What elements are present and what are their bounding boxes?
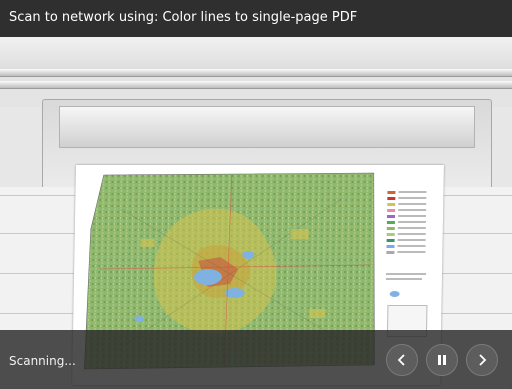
- status-bar: Scanning...: [0, 330, 512, 389]
- legend-text: [397, 251, 426, 253]
- scan-screen: Scan to network using: Color lines to si…: [0, 0, 512, 389]
- pause-button[interactable]: [426, 344, 458, 376]
- scanner-rail: [0, 81, 512, 89]
- legend-text: [398, 197, 427, 199]
- legend-text: [386, 273, 427, 275]
- legend-swatch: [386, 215, 396, 218]
- chevron-right-icon: [477, 354, 487, 366]
- legend-swatch: [387, 191, 396, 194]
- legend-text: [397, 239, 426, 241]
- legend-swatch: [389, 291, 400, 297]
- scanner-top-panel: [0, 37, 512, 69]
- legend-text: [398, 209, 427, 211]
- legend-text: [397, 227, 426, 229]
- legend-swatch: [387, 203, 396, 206]
- legend-text: [397, 221, 426, 223]
- legend-swatch: [387, 197, 396, 200]
- scanner-feed-lid: [59, 106, 475, 148]
- legend-text: [397, 245, 426, 247]
- pause-icon: [437, 354, 447, 366]
- title-bar: Scan to network using: Color lines to si…: [0, 0, 512, 37]
- page-title: Scan to network using: Color lines to si…: [9, 10, 358, 25]
- legend-swatch: [386, 227, 395, 230]
- legend-text: [398, 215, 427, 217]
- legend-text: [398, 203, 427, 205]
- next-button[interactable]: [466, 344, 498, 376]
- legend-swatch: [386, 245, 395, 248]
- legend-swatch: [386, 251, 395, 254]
- status-text: Scanning...: [9, 354, 76, 368]
- legend-text: [398, 191, 427, 193]
- scanner-rail: [0, 69, 512, 77]
- legend-swatch: [386, 221, 395, 224]
- legend-swatch: [386, 239, 395, 242]
- legend-swatch: [387, 209, 396, 212]
- legend-text: [385, 278, 422, 280]
- legend-text: [397, 233, 426, 235]
- previous-button[interactable]: [386, 344, 418, 376]
- chevron-left-icon: [397, 354, 407, 366]
- legend-swatch: [386, 233, 395, 236]
